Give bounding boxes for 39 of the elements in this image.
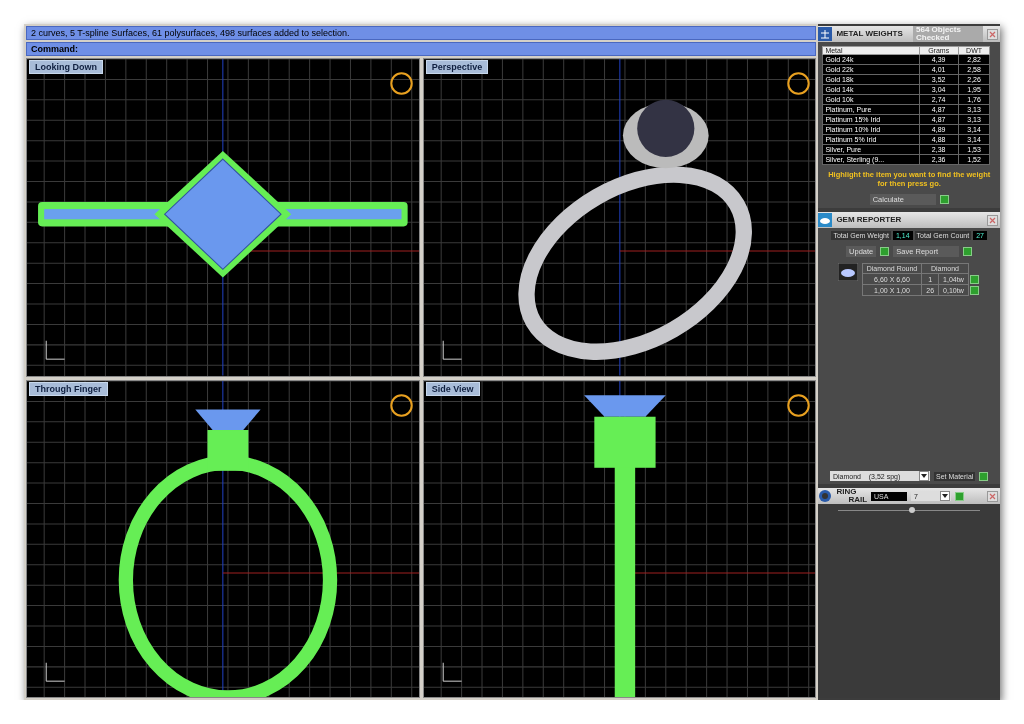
go-button[interactable]	[939, 195, 949, 204]
viewport-label[interactable]: Looking Down	[29, 60, 103, 74]
close-icon	[989, 30, 996, 38]
panel-title: RING	[836, 488, 858, 496]
close-button[interactable]	[987, 28, 998, 40]
ring-icon	[786, 393, 810, 417]
ring-icon	[390, 72, 413, 95]
gem-icon	[837, 263, 858, 281]
scale-icon	[818, 27, 833, 41]
close-button[interactable]	[987, 490, 998, 502]
panel-title: GEM REPORTER	[836, 216, 903, 224]
gem-icon	[818, 213, 833, 227]
command-field[interactable]: Command:	[26, 42, 817, 56]
go-button[interactable]	[963, 247, 973, 256]
go-button[interactable]	[955, 491, 965, 501]
axis-icon	[45, 661, 66, 682]
viewport[interactable]: Looking Down	[26, 58, 420, 377]
caret-icon	[921, 474, 927, 478]
command-history: 2 curves, 5 T-spline Surfaces, 61 polysurfaces, 498 surfaces added to selection.	[26, 26, 817, 40]
go-button[interactable]	[880, 247, 890, 256]
close-icon	[989, 216, 996, 224]
panel-title: RAIL	[847, 496, 868, 504]
go-button[interactable]	[979, 471, 989, 481]
close-button[interactable]	[987, 214, 998, 226]
panel-title: METAL WEIGHTS	[836, 30, 904, 38]
viewport[interactable]: Through Finger	[26, 379, 420, 698]
viewport-label[interactable]: Perspective	[425, 60, 489, 74]
ring-icon	[786, 72, 810, 95]
axis-icon	[442, 661, 462, 682]
viewport[interactable]: Perspective	[422, 58, 817, 377]
caret-icon	[942, 494, 949, 498]
slider-handle[interactable]	[909, 507, 916, 513]
viewport[interactable]: Side View	[422, 379, 817, 698]
close-icon	[989, 492, 996, 500]
axis-icon	[442, 340, 462, 360]
ring-icon	[818, 489, 833, 503]
axis-icon	[45, 340, 66, 360]
ring-icon	[390, 393, 413, 417]
objects-status: 564 Objects Checked	[913, 26, 983, 42]
